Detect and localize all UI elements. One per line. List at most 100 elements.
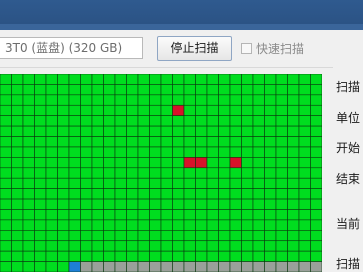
block-ok [103,94,116,106]
block-ok [68,125,81,137]
block-ok [114,198,127,210]
block-ok [22,261,35,272]
block-ok [126,94,139,106]
block-ok [137,115,150,127]
block-ok [287,209,300,221]
info-label-unit: 单位 [336,111,361,125]
block-ok [172,177,185,189]
block-ok [160,209,173,221]
block-ok [229,198,242,210]
block-ok [218,104,231,116]
block-ok [172,188,185,200]
stop-scan-button[interactable]: 停止扫描 [157,36,232,61]
block-ok [149,250,162,262]
block-ok [275,198,288,210]
block-ok [91,115,104,127]
block-pending [114,261,127,272]
block-ok [80,125,93,137]
block-ok [264,74,277,85]
block-ok [45,209,58,221]
block-ok [160,157,173,169]
block-ok [0,250,12,262]
block-ok [241,188,254,200]
block-ok [0,74,12,85]
block-ok [34,74,47,85]
block-pending [80,261,93,272]
block-ok [206,104,219,116]
block-ok [298,136,311,148]
block-ok [172,230,185,242]
block-ok [275,104,288,116]
block-ok [229,84,242,96]
block-ok [126,198,139,210]
block-ok [264,167,277,179]
block-ok [252,74,265,85]
block-ok [264,94,277,106]
info-label-end: 结束 [336,172,361,186]
block-ok [160,188,173,200]
block-ok [160,250,173,262]
block-ok [218,84,231,96]
block-ok [252,230,265,242]
block-ok [241,125,254,137]
quick-scan-option[interactable]: 快速扫描 [241,40,304,56]
block-ok [126,115,139,127]
block-ok [34,167,47,179]
block-ok [103,104,116,116]
block-ok [91,198,104,210]
block-ok [57,188,70,200]
block-ok [68,115,81,127]
block-ok [264,230,277,242]
block-ok [80,167,93,179]
block-pending [241,261,254,272]
block-ok [183,94,196,106]
block-ok [218,240,231,252]
block-ok [68,84,81,96]
block-ok [241,136,254,148]
block-ok [22,104,35,116]
block-ok [57,209,70,221]
block-ok [114,167,127,179]
block-ok [22,94,35,106]
block-ok [275,84,288,96]
block-ok [137,209,150,221]
quick-scan-checkbox[interactable] [241,42,252,54]
block-ok [229,94,242,106]
block-ok [298,94,311,106]
block-ok [45,115,58,127]
block-ok [22,167,35,179]
block-ok [137,157,150,169]
block-ok [0,230,12,242]
block-ok [103,209,116,221]
block-pending [206,261,219,272]
block-ok [264,125,277,137]
block-ok [160,136,173,148]
block-ok [275,188,288,200]
block-ok [137,125,150,137]
block-ok [137,74,150,85]
block-ok [183,115,196,127]
block-ok [0,146,12,158]
block-ok [218,198,231,210]
block-ok [57,94,70,106]
block-ok [80,230,93,242]
block-ok [252,115,265,127]
block-ok [45,146,58,158]
block-bad [229,157,242,169]
block-ok [103,198,116,210]
block-ok [310,209,322,221]
block-ok [80,157,93,169]
block-ok [149,84,162,96]
block-ok [287,177,300,189]
block-ok [45,198,58,210]
block-ok [0,136,12,148]
block-ok [103,74,116,85]
block-ok [195,219,208,231]
block-pending [298,261,311,272]
block-ok [137,136,150,148]
block-ok [22,146,35,158]
disk-select[interactable]: 3T0 (蓝盘) (320 GB) [0,37,143,59]
block-ok [287,250,300,262]
block-ok [287,94,300,106]
block-ok [241,230,254,242]
